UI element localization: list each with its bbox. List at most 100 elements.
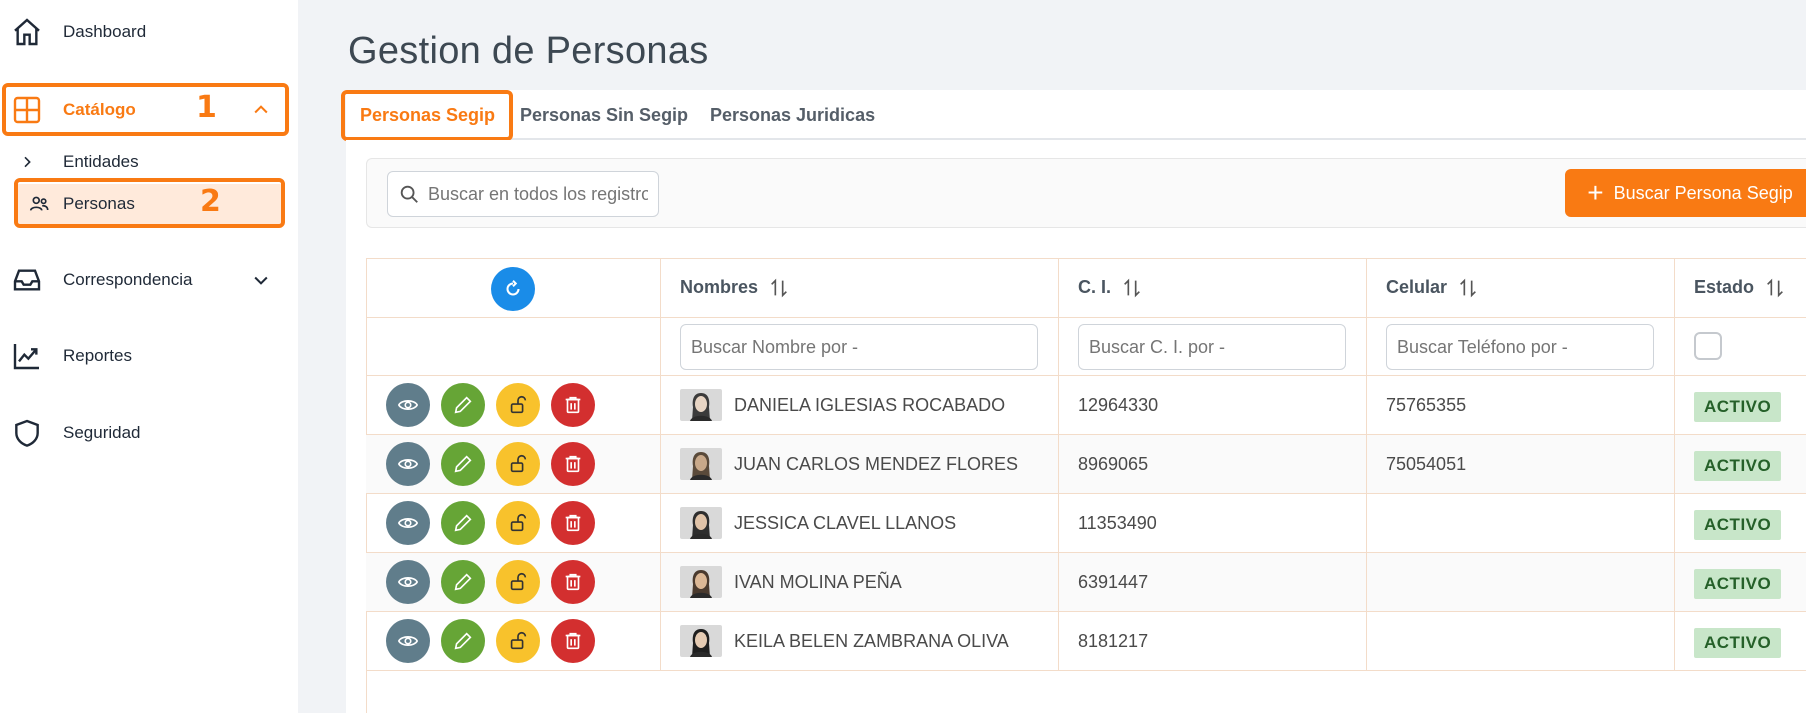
tabs-bar: Personas Segip Personas Sin Segip Person… (346, 90, 1806, 140)
filter-telefono-input[interactable] (1386, 324, 1654, 370)
sidebar-item-reportes[interactable]: Reportes (0, 338, 298, 374)
column-header-nombres[interactable]: Nombres (680, 258, 790, 317)
persona-name: JESSICA CLAVEL LLANOS (734, 512, 957, 533)
sidebar-item-correspondencia[interactable]: Correspondencia (0, 262, 298, 298)
tab-personas-sin-segip[interactable]: Personas Sin Segip (520, 90, 688, 140)
delete-button[interactable] (551, 501, 595, 545)
edit-button[interactable] (441, 383, 485, 427)
chevron-right-icon (16, 145, 38, 179)
sort-icon[interactable] (1121, 277, 1143, 299)
cell-nombre: KEILA BELEN ZAMBRANA OLIVA (680, 612, 1009, 670)
persona-name: KEILA BELEN ZAMBRANA OLIVA (734, 630, 1009, 651)
trash-icon (565, 455, 581, 473)
global-search[interactable] (387, 171, 659, 217)
highlight-box-1 (2, 83, 289, 136)
edit-button[interactable] (441, 560, 485, 604)
delete-button[interactable] (551, 619, 595, 663)
main-content: Gestion de Personas Personas Segip Perso… (298, 0, 1806, 713)
column-header-estado[interactable]: Estado (1694, 258, 1786, 317)
persona-name: IVAN MOLINA PEÑA (734, 571, 902, 592)
edit-button[interactable] (441, 501, 485, 545)
avatar (680, 448, 722, 480)
status-badge: ACTIVO (1694, 510, 1782, 540)
eye-icon (397, 518, 419, 528)
sort-icon[interactable] (1457, 277, 1479, 299)
filter-estado-checkbox[interactable] (1694, 332, 1722, 360)
sidebar-item-label: Reportes (63, 346, 132, 365)
delete-button[interactable] (551, 383, 595, 427)
eye-icon (397, 400, 419, 410)
trash-icon (565, 573, 581, 591)
avatar (680, 625, 722, 657)
inbox-icon (10, 263, 44, 297)
table-row: IVAN MOLINA PEÑA 6391447 ACTIVO (366, 553, 1806, 612)
sort-icon[interactable] (1764, 277, 1786, 299)
status-badge: ACTIVO (1694, 569, 1782, 599)
unlock-button[interactable] (496, 501, 540, 545)
cell-nombre: DANIELA IGLESIAS ROCABADO (680, 376, 1005, 434)
sidebar-item-dashboard[interactable]: Dashboard (0, 14, 298, 50)
tab-personas-juridicas[interactable]: Personas Juridicas (710, 90, 875, 140)
sidebar-item-label: Correspondencia (63, 270, 193, 289)
avatar (680, 507, 722, 539)
pencil-icon (454, 573, 472, 591)
sidebar-item-seguridad[interactable]: Seguridad (0, 415, 298, 451)
unlock-button[interactable] (496, 619, 540, 663)
highlight-box-3 (341, 90, 513, 141)
cell-ci: 8181217 (1078, 630, 1149, 651)
refresh-icon (506, 280, 520, 296)
status-badge: ACTIVO (1694, 628, 1782, 658)
callout-2: 2 (200, 184, 221, 219)
table-filter-row (366, 318, 1806, 376)
sidebar: Dashboard Catálogo 1 Entidades Personas … (0, 0, 298, 713)
unlock-button[interactable] (496, 442, 540, 486)
trash-icon (565, 396, 581, 414)
view-button[interactable] (386, 619, 430, 663)
cell-ci: 12964330 (1078, 394, 1159, 415)
table-row: DANIELA IGLESIAS ROCABADO 12964330 7576535… (366, 376, 1806, 435)
sidebar-item-label: Dashboard (63, 22, 147, 41)
cell-ci: 11353490 (1078, 512, 1157, 533)
view-button[interactable] (386, 501, 430, 545)
home-icon (10, 15, 44, 49)
table-row: JESSICA CLAVEL LLANOS 11353490 ACTIVO (366, 494, 1806, 553)
refresh-button[interactable] (491, 267, 535, 311)
view-button[interactable] (386, 560, 430, 604)
sidebar-item-label: Entidades (63, 152, 139, 171)
callout-1: 1 (196, 90, 217, 125)
view-button[interactable] (386, 442, 430, 486)
table-toolbar: + Buscar Persona Segip (366, 158, 1806, 228)
sidebar-item-label: Seguridad (63, 423, 141, 442)
sidebar-item-entidades[interactable]: Entidades (0, 144, 298, 180)
table-card: + Buscar Persona Segip Nombres (346, 140, 1806, 713)
column-header-celular[interactable]: Celular (1386, 258, 1479, 317)
cell-ci: 8969065 (1078, 453, 1149, 474)
eye-icon (397, 636, 419, 646)
search-icon (398, 183, 420, 205)
persona-name: JUAN CARLOS MENDEZ FLORES (734, 453, 1019, 474)
delete-button[interactable] (551, 560, 595, 604)
unlock-button[interactable] (496, 383, 540, 427)
global-search-input[interactable] (428, 183, 648, 205)
avatar (680, 566, 722, 598)
filter-nombre-input[interactable] (680, 324, 1038, 370)
buscar-persona-segip-button[interactable]: + Buscar Persona Segip (1565, 169, 1806, 217)
cell-nombre: IVAN MOLINA PEÑA (680, 553, 902, 611)
edit-button[interactable] (441, 442, 485, 486)
unlock-button[interactable] (496, 560, 540, 604)
column-header-ci[interactable]: C. I. (1078, 258, 1143, 317)
pencil-icon (454, 632, 472, 650)
filter-ci-input[interactable] (1078, 324, 1346, 370)
table-row: JUAN CARLOS MENDEZ FLORES 8969065 75054051… (366, 435, 1806, 494)
sort-icon[interactable] (768, 277, 790, 299)
pencil-icon (454, 514, 472, 532)
chart-line-icon (10, 339, 44, 373)
view-button[interactable] (386, 383, 430, 427)
delete-button[interactable] (551, 442, 595, 486)
cell-nombre: JESSICA CLAVEL LLANOS (680, 494, 956, 552)
chevron-down-icon[interactable] (250, 269, 272, 291)
edit-button[interactable] (441, 619, 485, 663)
unlock-icon (510, 631, 527, 650)
shield-icon (10, 416, 44, 450)
cell-ci: 6391447 (1078, 571, 1149, 592)
